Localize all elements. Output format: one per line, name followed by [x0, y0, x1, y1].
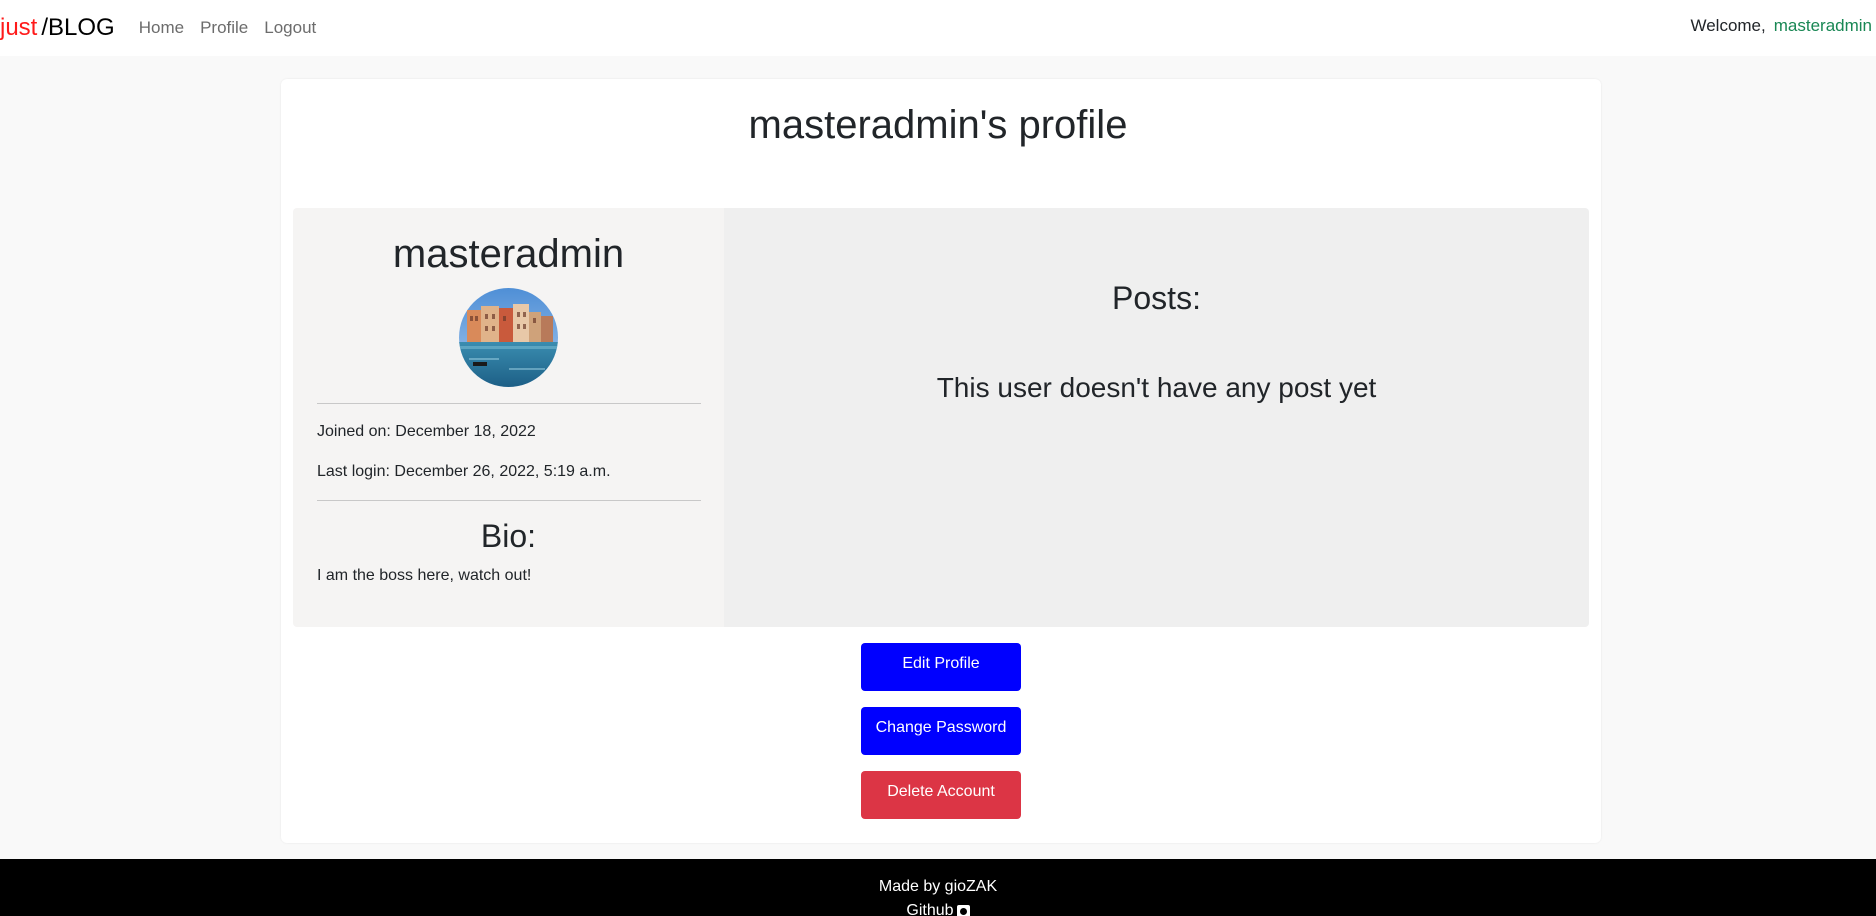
- page-title: masteradmin's profile: [748, 103, 1128, 147]
- bio-text: I am the boss here, watch out!: [317, 567, 532, 584]
- brand-logo[interactable]: just /BLOG: [0, 14, 115, 42]
- brand-part-blog: /BLOG: [41, 14, 115, 41]
- welcome-text: Welcome, masteradmin: [1690, 0, 1872, 52]
- nav-links: Home Profile Logout: [139, 18, 333, 38]
- github-label: Github: [906, 902, 954, 916]
- nav-link-home[interactable]: Home: [139, 18, 184, 38]
- brand-part-just: just: [0, 14, 38, 41]
- github-link[interactable]: Github: [0, 902, 1876, 916]
- posts-heading: Posts:: [1112, 280, 1201, 316]
- edit-profile-button[interactable]: Edit Profile: [861, 643, 1021, 691]
- welcome-label: Welcome,: [1690, 16, 1766, 35]
- footer: Made by gioZAK Github: [0, 859, 1876, 916]
- nav-link-profile[interactable]: Profile: [200, 18, 248, 38]
- last-login: Last login: December 26, 2022, 5:19 a.m.: [317, 463, 611, 480]
- delete-account-button[interactable]: Delete Account: [861, 771, 1021, 819]
- change-password-button[interactable]: Change Password: [861, 707, 1021, 755]
- posts-panel: [724, 208, 1589, 627]
- divider-top: [317, 403, 701, 404]
- welcome-username[interactable]: masteradmin: [1774, 16, 1872, 36]
- github-icon: [956, 904, 970, 916]
- joined-date: Joined on: December 18, 2022: [317, 423, 536, 440]
- no-posts-message: This user doesn't have any post yet: [936, 372, 1377, 403]
- bio-heading: Bio:: [480, 518, 537, 554]
- profile-username: masteradmin: [392, 232, 625, 276]
- venice-canal-photo-icon: [459, 288, 558, 387]
- divider-bottom: [317, 500, 701, 501]
- avatar: [459, 288, 558, 387]
- nav-link-logout[interactable]: Logout: [264, 18, 316, 38]
- navbar: just /BLOG Home Profile Logout Welcome, …: [0, 0, 1876, 56]
- footer-credit: Made by gioZAK: [878, 878, 998, 895]
